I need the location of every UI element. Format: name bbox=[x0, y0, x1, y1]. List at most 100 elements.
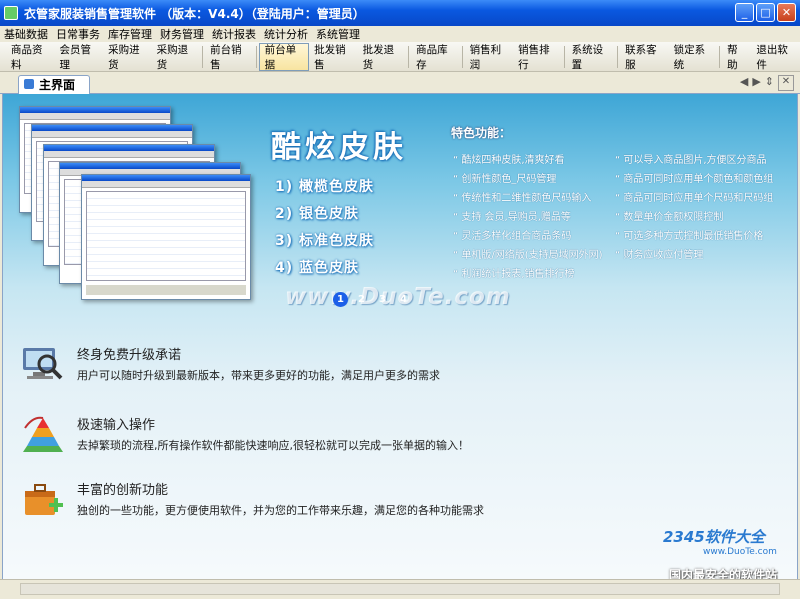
feature-bullet: 财务应收应付管理 bbox=[615, 246, 703, 261]
toolbar-button-6[interactable]: 前台单据 bbox=[258, 42, 310, 71]
toolbar-button-2[interactable]: 会员管理 bbox=[55, 43, 104, 71]
screenshot-thumb-5 bbox=[81, 174, 251, 300]
menu-basic-data[interactable]: 基础数据 bbox=[0, 26, 52, 42]
toolbar-separator bbox=[202, 45, 204, 68]
toolbar-separator bbox=[408, 45, 410, 68]
tab-next-icon[interactable]: ▶ bbox=[752, 75, 760, 91]
home-icon bbox=[24, 79, 34, 89]
toolbox-add-icon bbox=[25, 484, 63, 515]
minimize-button[interactable]: _ bbox=[735, 3, 754, 22]
toolbar-button-3[interactable]: 采购进货 bbox=[103, 43, 152, 71]
feature-bullet: 传统性和二维性颜色尺码输入 bbox=[453, 189, 591, 204]
feature-bullet: 酷炫四种皮肤,清爽好看 bbox=[453, 151, 564, 166]
menu-reports[interactable]: 统计报表 bbox=[208, 26, 260, 42]
feature-bullet: 数量单价金额权限控制 bbox=[615, 208, 723, 223]
toolbar-button-12[interactable]: 系统设置 bbox=[567, 43, 616, 71]
tab-main[interactable]: 主界面 bbox=[18, 75, 91, 94]
tab-close-icon[interactable]: ✕ bbox=[778, 75, 794, 91]
toolbar-button-label: 帮助 bbox=[727, 44, 738, 71]
toolbar-button-label: 前台销售 bbox=[210, 44, 242, 71]
feature-bullet: 可以导入商品图片,方便区分商品 bbox=[615, 151, 766, 166]
tab-prev-icon[interactable]: ◀ bbox=[740, 75, 748, 91]
feature-fast-input-title: 极速输入操作 bbox=[77, 418, 156, 433]
toolbar-button-16[interactable]: 退出软件 bbox=[751, 43, 800, 71]
toolbar-button-label: 销售排行 bbox=[518, 44, 550, 71]
pager-dot-1[interactable]: 1 bbox=[333, 292, 348, 307]
toolbar-button-7[interactable]: 批发销售 bbox=[309, 43, 358, 71]
toolbar-button-label: 退出软件 bbox=[756, 44, 788, 71]
toolbar-button-label: 批发销售 bbox=[314, 44, 346, 71]
main-panel: 酷炫皮肤 1) 橄榄色皮肤 2) 银色皮肤 3) 标准色皮肤 4) 蓝色皮肤 特… bbox=[2, 94, 798, 579]
toolbar-button-label: 前台单据 bbox=[264, 44, 297, 71]
menu-daily-affairs[interactable]: 日常事务 bbox=[52, 26, 104, 42]
feature-bullet: 商品可同时应用单个颜色和颜色组 bbox=[615, 170, 773, 185]
brand-watermark: 2345软件大全 www.DuoTe.com bbox=[663, 526, 777, 557]
toolbar-button-15[interactable]: 帮助 bbox=[722, 43, 751, 71]
pager-dot-2[interactable]: 2 bbox=[354, 292, 369, 307]
pager-dot-4[interactable]: 4 bbox=[396, 292, 411, 307]
skin-item-blue: 4) 蓝色皮肤 bbox=[275, 260, 360, 276]
feature-bullet: 支持 会员,导购员,赠品等 bbox=[453, 208, 571, 223]
menu-analysis[interactable]: 统计分析 bbox=[260, 26, 312, 42]
toolbar-button-8[interactable]: 批发退货 bbox=[358, 43, 407, 71]
brand-slogan: 国内最安全的软件站 bbox=[669, 568, 778, 579]
app-icon bbox=[4, 6, 18, 20]
title-bar: 衣管家服装销售管理软件 （版本：V4.4）（登陆用户：管理员） _ □ ✕ bbox=[0, 0, 800, 26]
toolbar-button-5[interactable]: 前台销售 bbox=[205, 43, 254, 71]
toolbar-button-label: 批发退货 bbox=[362, 44, 395, 71]
feature-bullet: 灵活多样化组合商品条码 bbox=[453, 227, 571, 242]
feature-upgrade-title: 终身免费升级承诺 bbox=[77, 348, 182, 363]
brand-url: www.DuoTe.com bbox=[703, 547, 777, 557]
skin-item-silver: 2) 银色皮肤 bbox=[275, 206, 360, 222]
toolbar: 商品资料 会员管理 采购进货 采购退货 前台销售 前台单据 批发销售 批发退货 商品库存 销售利润… bbox=[0, 42, 800, 72]
toolbar-separator bbox=[617, 45, 619, 68]
menu-inventory[interactable]: 库存管理 bbox=[104, 26, 156, 42]
horizontal-scrollbar[interactable] bbox=[20, 583, 780, 595]
toolbar-button-1[interactable]: 商品资料 bbox=[6, 43, 55, 71]
menu-bar: 基础数据 日常事务 库存管理 财务管理 统计报表 统计分析 系统管理 bbox=[0, 26, 800, 42]
computer-search-icon bbox=[23, 348, 63, 380]
toolbar-button-9[interactable]: 商品库存 bbox=[411, 43, 460, 71]
feature-fast-input-desc: 去掉繁琐的流程,所有操作软件都能快速响应,很轻松就可以完成一张单据的输入！ bbox=[77, 439, 469, 452]
toolbar-button-11[interactable]: 销售排行 bbox=[513, 43, 562, 71]
menu-system[interactable]: 系统管理 bbox=[312, 26, 364, 42]
toolbar-separator bbox=[255, 45, 257, 68]
toolbar-separator bbox=[719, 45, 721, 68]
maximize-button[interactable]: □ bbox=[756, 3, 775, 22]
toolbar-button-4[interactable]: 采购退货 bbox=[152, 43, 201, 71]
tab-pin-icon[interactable]: ⇕ bbox=[765, 75, 774, 91]
toolbar-separator bbox=[563, 45, 565, 68]
brand-name: 2345软件大全 bbox=[663, 528, 765, 546]
skin-item-standard: 3) 标准色皮肤 bbox=[275, 233, 375, 249]
toolbar-button-label: 系统设置 bbox=[571, 44, 604, 71]
toolbar-button-label: 销售利润 bbox=[469, 44, 502, 71]
menu-finance[interactable]: 财务管理 bbox=[156, 26, 208, 42]
close-button[interactable]: ✕ bbox=[777, 3, 796, 22]
feature-bullet: 创新性颜色_尺码管理 bbox=[453, 170, 556, 185]
toolbar-button-10[interactable]: 销售利润 bbox=[465, 43, 514, 71]
toolbar-button-label: 联系客服 bbox=[625, 44, 657, 71]
pager-dot-3[interactable]: 3 bbox=[375, 292, 390, 307]
toolbar-button-label: 锁定系统 bbox=[673, 44, 706, 71]
toolbar-button-label: 会员管理 bbox=[59, 44, 92, 71]
toolbar-button-label: 采购退货 bbox=[156, 44, 189, 71]
toolbar-button-label: 商品资料 bbox=[11, 44, 43, 71]
skin-item-olive: 1) 橄榄色皮肤 bbox=[275, 179, 375, 195]
feature-bullet: 单机版/网络版(支持局域网外网) bbox=[453, 246, 602, 261]
toolbar-button-label: 采购进货 bbox=[108, 44, 140, 71]
hero-title: 酷炫皮肤 bbox=[271, 130, 407, 165]
toolbar-button-14[interactable]: 锁定系统 bbox=[669, 43, 718, 71]
feature-bullet: 利润统计报表,销售排行榜 bbox=[453, 265, 574, 280]
feature-innovation-title: 丰富的创新功能 bbox=[77, 483, 169, 498]
feature-upgrade-desc: 用户可以随时升级到最新版本，带来更多更好的功能，满足用户更多的需求 bbox=[77, 369, 440, 382]
skin-list: 1) 橄榄色皮肤 2) 银色皮肤 3) 标准色皮肤 4) 蓝色皮肤 bbox=[275, 176, 374, 284]
carousel-pager: 1 2 3 4 bbox=[333, 292, 411, 307]
window-title: 衣管家服装销售管理软件 （版本：V4.4）（登陆用户：管理员） bbox=[24, 6, 365, 21]
toolbar-separator bbox=[461, 45, 463, 68]
toolbar-button-13[interactable]: 联系客服 bbox=[620, 43, 669, 71]
toolbar-button-label: 商品库存 bbox=[416, 44, 448, 71]
pyramid-icon bbox=[23, 416, 63, 452]
features-heading: 特色功能： bbox=[451, 126, 512, 140]
tab-bar: 主界面 ◀ ▶ ⇕ ✕ bbox=[0, 72, 800, 94]
feature-innovation-desc: 独创的一些功能，更方便使用软件，并为您的工作带来乐趣，满足您的各种功能需求 bbox=[77, 504, 484, 517]
